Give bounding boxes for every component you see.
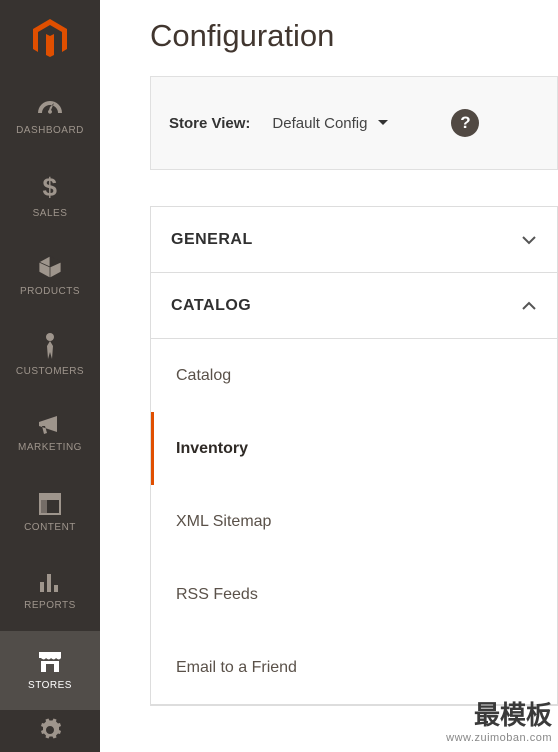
magento-logo[interactable] (0, 0, 100, 78)
section-general[interactable]: GENERAL (151, 207, 557, 273)
subitem-catalog[interactable]: Catalog (151, 339, 557, 412)
marketing-icon (37, 414, 63, 436)
section-label: GENERAL (171, 231, 253, 249)
customers-icon (43, 332, 57, 360)
main-content: Configuration Store View: Default Config… (100, 0, 558, 752)
store-view-label: Store View: (169, 115, 250, 132)
subitem-email-friend[interactable]: Email to a Friend (151, 631, 557, 704)
reports-icon (38, 572, 62, 594)
products-icon (37, 254, 63, 280)
sidebar-item-system[interactable] (0, 710, 100, 750)
admin-sidebar: DASHBOARD $ SALES PRODUCTS CUSTOMERS MAR… (0, 0, 100, 752)
store-view-bar: Store View: Default Config ? (150, 76, 558, 170)
sidebar-item-customers[interactable]: CUSTOMERS (0, 315, 100, 394)
gear-icon (38, 718, 62, 742)
sidebar-item-content[interactable]: CONTENT (0, 473, 100, 552)
sidebar-item-products[interactable]: PRODUCTS (0, 236, 100, 315)
sidebar-item-marketing[interactable]: MARKETING (0, 394, 100, 473)
sidebar-item-dashboard[interactable]: DASHBOARD (0, 78, 100, 157)
store-view-selected: Default Config (272, 115, 367, 132)
chevron-down-icon (521, 235, 537, 245)
section-catalog-body: Catalog Inventory XML Sitemap RSS Feeds … (151, 339, 557, 705)
sidebar-item-label: SALES (33, 208, 68, 219)
stores-icon (37, 650, 63, 674)
subitem-inventory[interactable]: Inventory (151, 412, 557, 485)
sidebar-item-stores[interactable]: STORES (0, 631, 100, 710)
subitem-xml-sitemap[interactable]: XML Sitemap (151, 485, 557, 558)
help-icon[interactable]: ? (451, 109, 479, 137)
caret-down-icon (377, 119, 389, 127)
page-title: Configuration (150, 18, 558, 54)
chevron-up-icon (521, 301, 537, 311)
sidebar-item-label: DASHBOARD (16, 125, 84, 136)
sidebar-item-reports[interactable]: REPORTS (0, 552, 100, 631)
sidebar-item-label: STORES (28, 680, 72, 691)
sidebar-item-label: CONTENT (24, 522, 76, 533)
sidebar-item-label: CUSTOMERS (16, 366, 84, 377)
subitem-rss-feeds[interactable]: RSS Feeds (151, 558, 557, 631)
magento-logo-icon (32, 19, 68, 59)
config-panel: GENERAL CATALOG Catalog Inventory XML Si… (150, 206, 558, 706)
sales-icon: $ (42, 174, 58, 202)
sidebar-item-label: MARKETING (18, 442, 82, 453)
dashboard-icon (36, 99, 64, 119)
sidebar-item-label: PRODUCTS (20, 286, 80, 297)
store-view-select[interactable]: Default Config (272, 115, 389, 132)
sidebar-item-label: REPORTS (24, 600, 76, 611)
content-icon (38, 492, 62, 516)
svg-text:$: $ (43, 174, 58, 202)
sidebar-item-sales[interactable]: $ SALES (0, 157, 100, 236)
section-catalog[interactable]: CATALOG (151, 273, 557, 339)
section-label: CATALOG (171, 297, 251, 315)
